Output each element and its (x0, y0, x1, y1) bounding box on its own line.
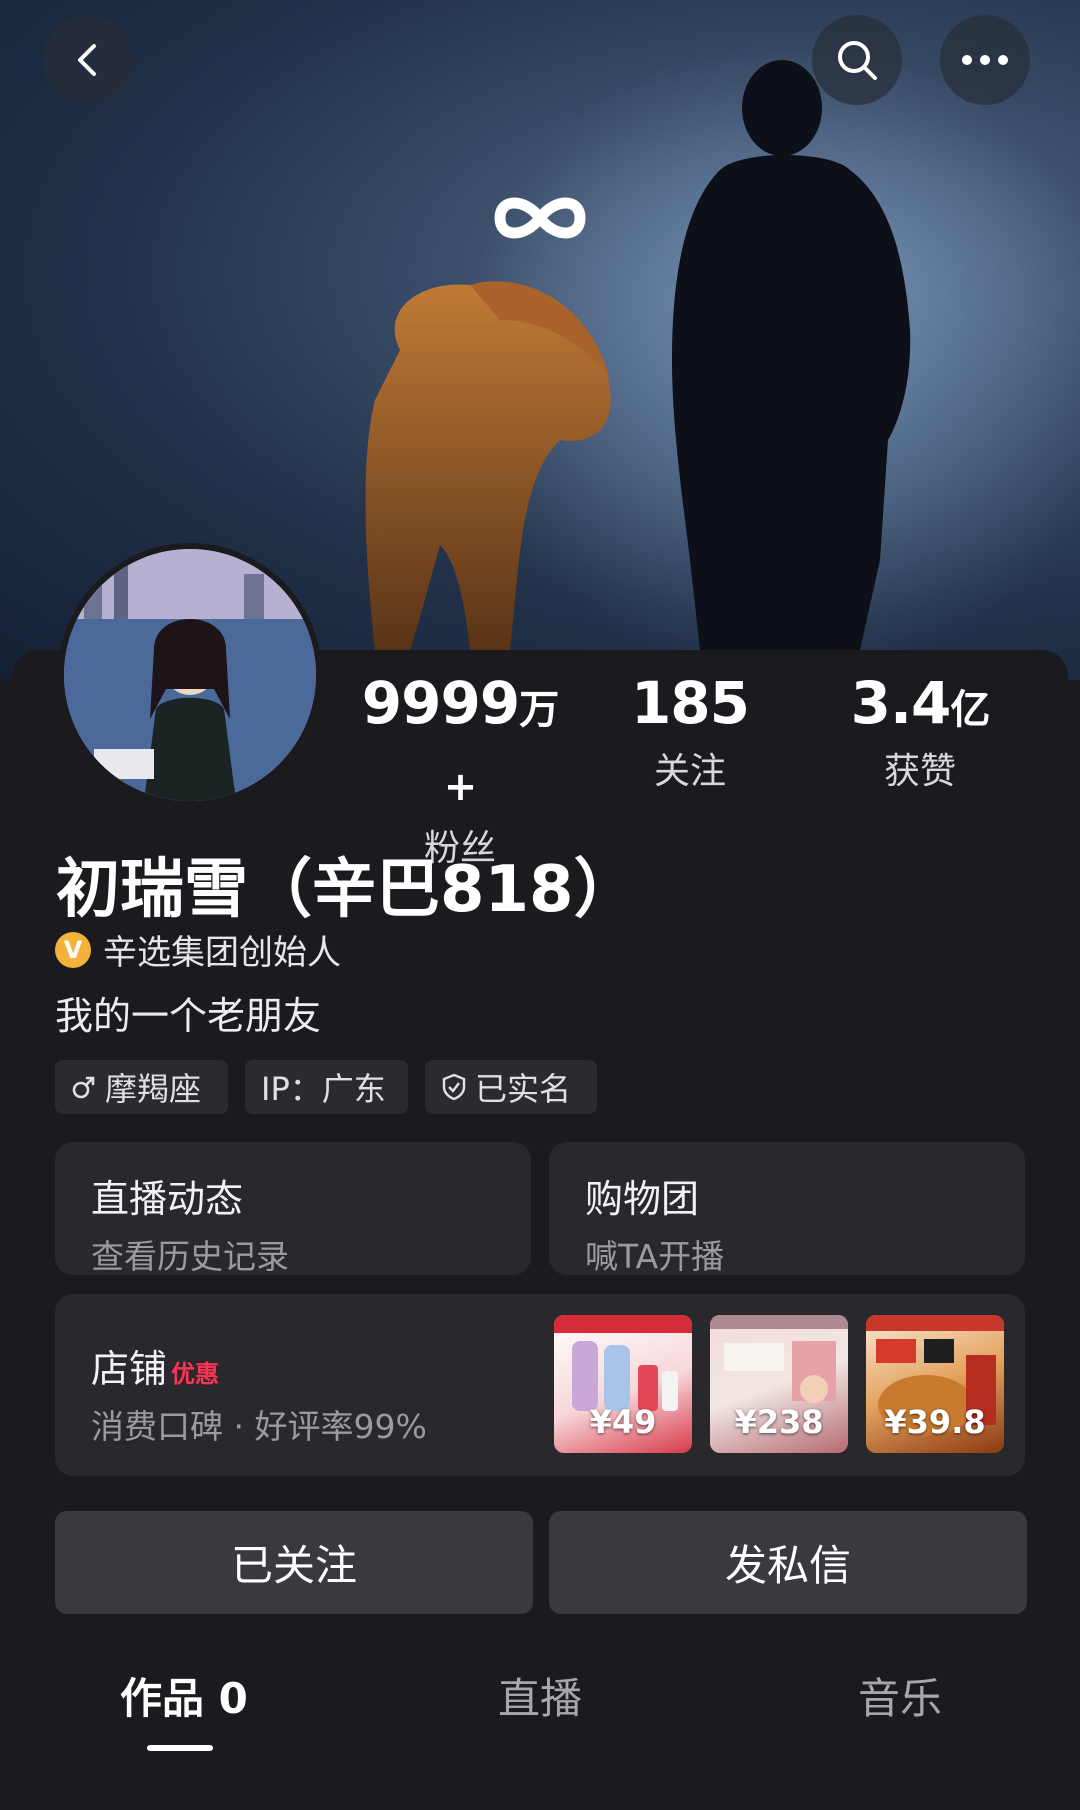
shopping-group-subtitle: 喊TA开播 (585, 1237, 725, 1276)
chevron-left-icon (78, 44, 96, 76)
verified-row[interactable]: V 辛选集团创始人 (55, 925, 341, 974)
shop-subtitle: 消费口碑 · 好评率99% (91, 1407, 427, 1446)
product-price: ¥238 (734, 1403, 824, 1441)
tag-ip: IP：广东 (245, 1060, 408, 1114)
back-button[interactable] (43, 15, 133, 105)
tag-zodiac: 摩羯座 (55, 1060, 228, 1114)
verified-badge-icon: V (55, 931, 91, 968)
product-price: ¥49 (589, 1403, 657, 1441)
followed-button[interactable]: 已关注 (55, 1511, 533, 1614)
following-count: 185 (630, 669, 750, 737)
shop-discount-badge: 优惠 (171, 1360, 220, 1388)
tab-music[interactable]: 音乐 (858, 1665, 942, 1726)
shopping-group-title: 购物团 (585, 1177, 700, 1221)
tag-zodiac-label: 摩羯座 (105, 1070, 202, 1108)
likes-unit: 亿 (950, 687, 990, 733)
bio: 我的一个老朋友 (55, 994, 322, 1038)
stat-likes[interactable]: 3.4亿 获赞 (810, 668, 1030, 799)
search-icon (838, 41, 877, 80)
shopping-group-card[interactable]: 购物团 喊TA开播 (549, 1142, 1025, 1276)
search-button[interactable] (812, 15, 902, 105)
profile-name: 初瑞雪（辛巴818） (56, 853, 638, 927)
avatar[interactable] (58, 543, 322, 807)
tab-works[interactable]: 作品 0 (120, 1665, 248, 1726)
shop-product-2[interactable]: ¥238 (710, 1315, 848, 1453)
shop-product-3[interactable]: ¥39.8 (866, 1315, 1004, 1453)
tab-live[interactable]: 直播 (498, 1665, 582, 1726)
live-records-subtitle: 查看历史记录 (91, 1237, 289, 1276)
avatar-photo (64, 549, 316, 801)
send-message-button[interactable]: 发私信 (549, 1511, 1027, 1614)
shop-title: 店铺 (91, 1347, 168, 1391)
followers-count: 9999 (361, 669, 520, 737)
tag-ip-label: IP：广东 (261, 1070, 386, 1108)
product-price: ¥39.8 (884, 1403, 986, 1441)
more-button[interactable] (940, 15, 1030, 105)
male-icon (72, 1076, 95, 1099)
stat-following[interactable]: 185 关注 (580, 668, 800, 799)
active-tab-indicator (147, 1745, 213, 1751)
more-dots-icon (962, 55, 1008, 65)
following-label: 关注 (653, 751, 726, 792)
shop-product-1[interactable]: ¥49 (554, 1315, 692, 1453)
live-records-card[interactable]: 直播动态 查看历史记录 (55, 1142, 531, 1276)
tag-verified-label: 已实名 (475, 1070, 572, 1108)
tag-verified: 已实名 (425, 1060, 597, 1114)
live-records-title: 直播动态 (91, 1177, 244, 1221)
likes-label: 获赞 (883, 751, 956, 792)
verified-title: 辛选集团创始人 (103, 933, 341, 973)
shield-check-icon (442, 1073, 466, 1101)
likes-count: 3.4 (850, 669, 952, 737)
